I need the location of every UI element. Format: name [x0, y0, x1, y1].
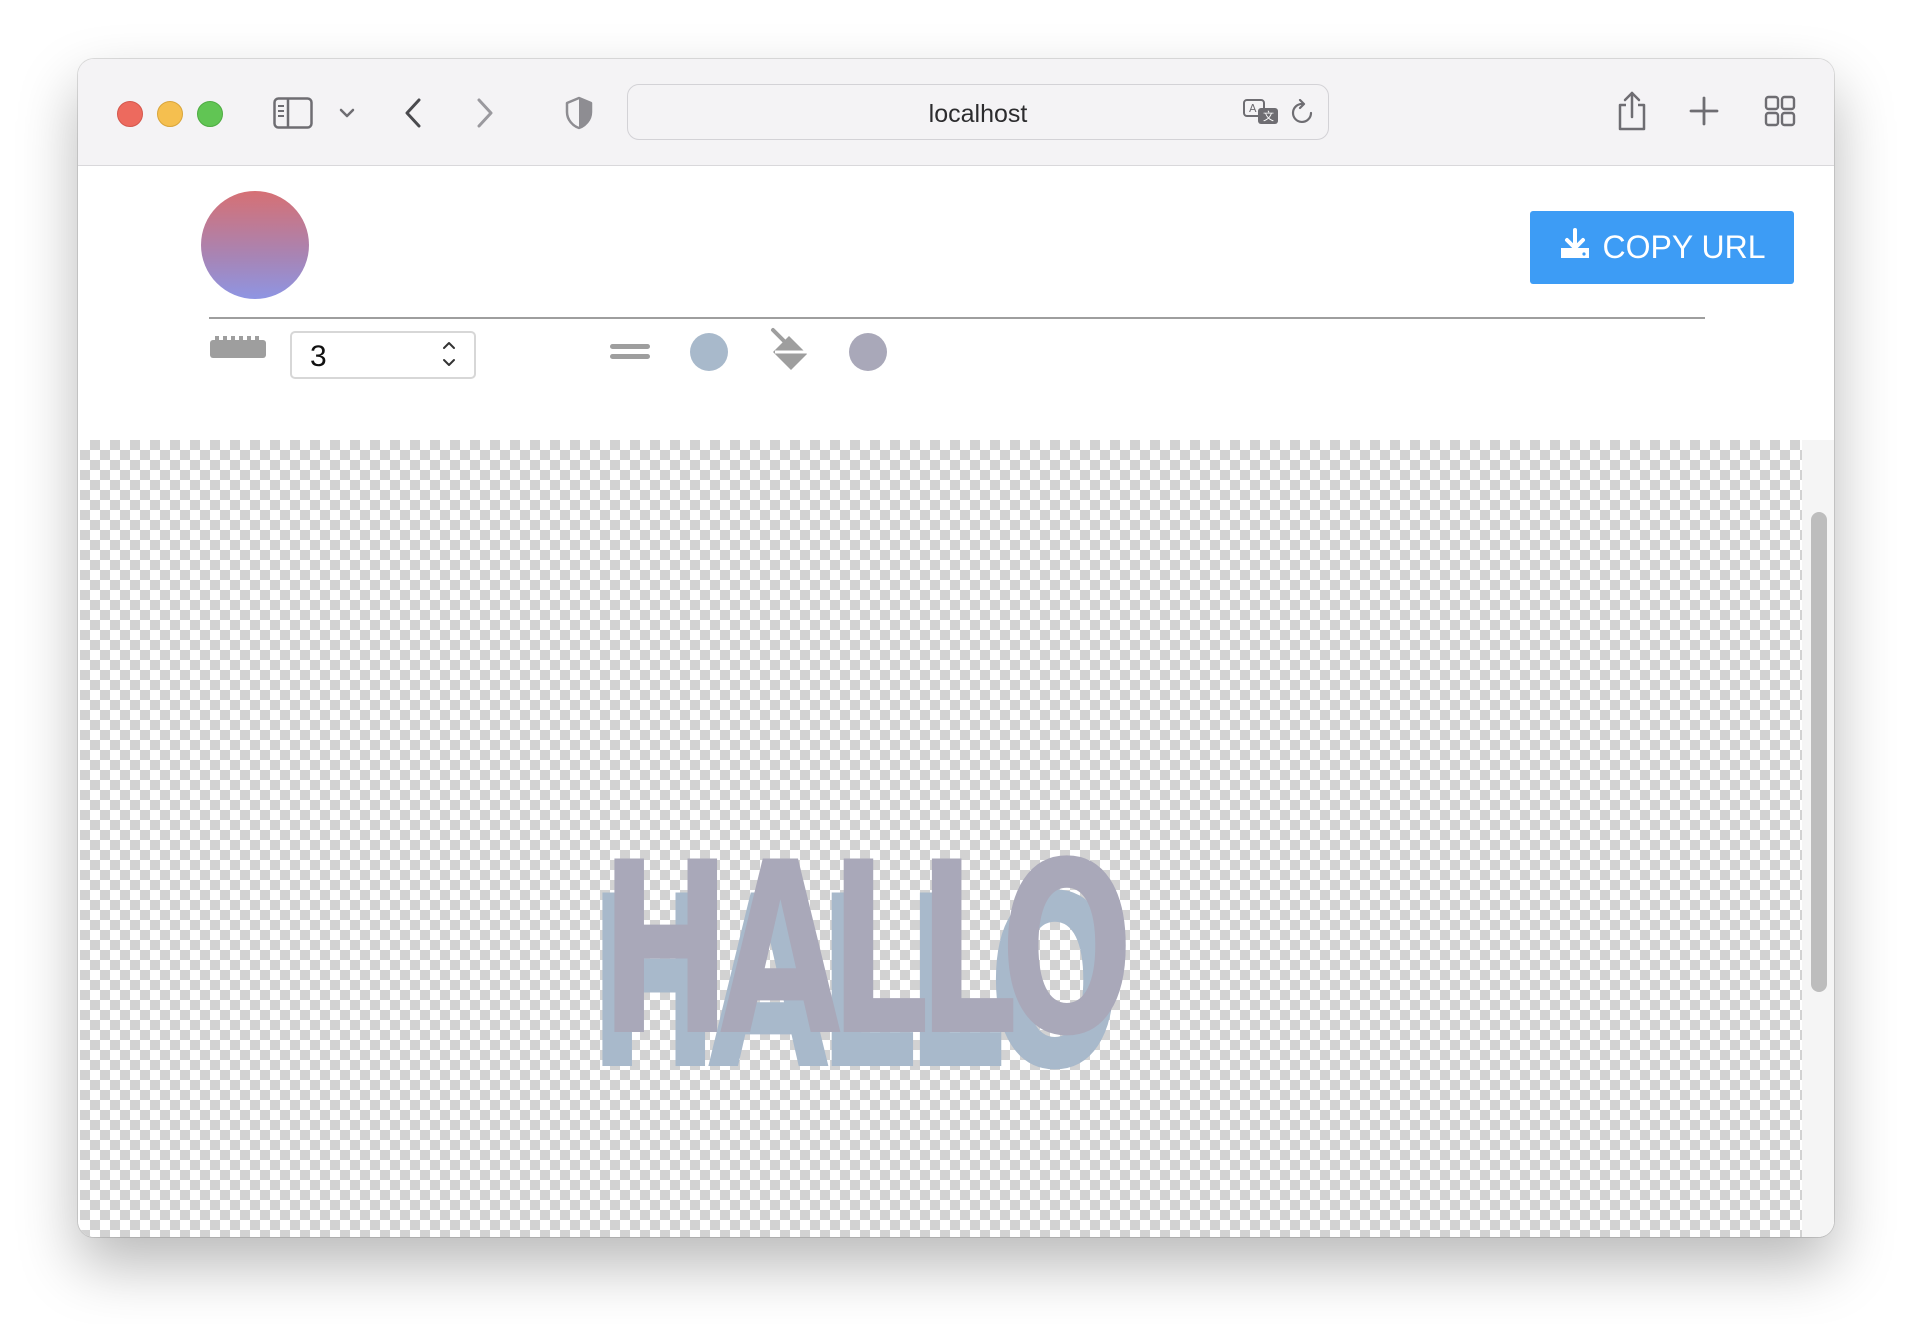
plus-icon[interactable]: [1688, 95, 1720, 127]
forward-arrow-icon[interactable]: [472, 93, 498, 133]
svg-text:文: 文: [1263, 109, 1274, 123]
app-logo: [201, 191, 309, 299]
transparent-canvas[interactable]: HALLO HALLO: [80, 440, 1804, 1237]
zoom-window-button[interactable]: [197, 101, 223, 127]
tab-grid-icon[interactable]: [1763, 94, 1797, 128]
sidebar-icon[interactable]: [272, 93, 314, 133]
vertical-scrollbar[interactable]: [1811, 512, 1827, 992]
browser-window: localhost A文 COPY URL 3 HALLO HALLO: [78, 59, 1834, 1237]
close-window-button[interactable]: [117, 101, 143, 127]
address-bar[interactable]: localhost A文: [627, 84, 1329, 140]
toolbar-divider: [209, 317, 1705, 319]
ruler-icon: [209, 332, 267, 365]
copy-url-label: COPY URL: [1602, 229, 1766, 265]
web-page: COPY URL 3 HALLO HALLO: [78, 166, 1834, 1237]
fill-bucket-icon[interactable]: [767, 326, 813, 379]
download-icon: [1558, 227, 1592, 269]
stroke-width-value: 3: [310, 340, 327, 373]
share-icon[interactable]: [1614, 89, 1650, 133]
number-stepper[interactable]: [442, 338, 456, 372]
canvas-text-object[interactable]: HALLO HALLO: [588, 832, 1134, 1104]
chevron-down-icon[interactable]: [336, 101, 358, 125]
minimize-window-button[interactable]: [157, 101, 183, 127]
copy-url-button[interactable]: COPY URL: [1530, 211, 1794, 284]
stepper-down-icon[interactable]: [442, 356, 456, 372]
color-swatch-icon[interactable]: [689, 332, 729, 377]
browser-toolbar: localhost A文: [78, 59, 1834, 166]
stroke-width-input[interactable]: 3: [290, 331, 476, 379]
reload-icon[interactable]: [1289, 97, 1317, 127]
text-fill-layer: HALLO: [600, 812, 1134, 1089]
stepper-up-icon[interactable]: [442, 338, 456, 354]
back-arrow-icon[interactable]: [400, 93, 426, 133]
svg-text:A: A: [1249, 102, 1257, 115]
line-style-icon[interactable]: [609, 342, 651, 367]
translate-icon[interactable]: A文: [1241, 97, 1281, 127]
color-swatch-icon[interactable]: [848, 332, 888, 377]
shield-icon[interactable]: [564, 95, 594, 131]
url-text: localhost: [928, 100, 1028, 128]
